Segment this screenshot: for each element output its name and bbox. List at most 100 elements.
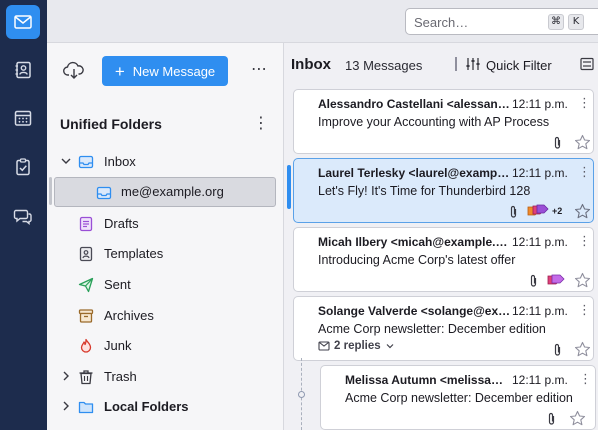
message-subject: Acme Corp newsletter: December edition (345, 391, 573, 405)
tasks-icon (16, 158, 30, 176)
folder-title: Inbox (291, 56, 331, 73)
global-search-input[interactable]: Search… ⌘ K (405, 8, 598, 35)
folder-name: Inbox (104, 154, 136, 169)
folder-name: Templates (104, 246, 164, 261)
search-placeholder: Search… (414, 15, 469, 30)
templates-icon (79, 246, 93, 262)
star-icon[interactable] (574, 341, 591, 358)
message-time: 12:11 p.m. (512, 97, 568, 111)
folder-name: Sent (104, 277, 131, 292)
inbox-icon (78, 155, 94, 169)
chevron-right-icon[interactable] (60, 400, 72, 412)
focus-indicator (287, 165, 291, 209)
drafts-icon (79, 216, 93, 232)
folder-pane: + New Message ⋯ Unified Folders ⋮ Inbox … (47, 43, 284, 430)
message-list-header: Inbox 13 Messages Quick Filter (285, 43, 598, 84)
calendar-icon (14, 110, 32, 126)
folder-junk[interactable]: Junk (47, 331, 284, 361)
list-options-icon[interactable] (579, 56, 595, 72)
tags-icon (527, 204, 549, 216)
chat-space-button[interactable] (6, 199, 40, 233)
chat-icon (13, 209, 32, 225)
unified-folders-menu-button[interactable]: ⋮ (251, 113, 271, 135)
message-menu-button[interactable]: ⋮ (578, 233, 591, 249)
folder-local-folders[interactable]: Local Folders (47, 392, 284, 422)
plus-icon: + (114, 61, 125, 81)
message-menu-button[interactable]: ⋮ (578, 302, 591, 318)
folder-archives[interactable]: Archives (47, 301, 284, 331)
attachment-icon (554, 343, 561, 356)
chevron-down-icon[interactable] (60, 155, 72, 167)
folder-trash[interactable]: Trash (47, 362, 284, 392)
toolbar-separator (455, 57, 457, 71)
folder-name: Junk (104, 338, 132, 353)
get-messages-icon[interactable] (63, 61, 85, 81)
message-card-selected[interactable]: Laurel Terlesky <laurel@examp… 12:11 p.m… (293, 158, 594, 223)
unified-folders-title: Unified Folders (60, 116, 162, 132)
message-time: 12:11 p.m. (512, 166, 568, 180)
tasks-space-button[interactable] (6, 150, 40, 184)
spaces-toolbar (0, 0, 47, 430)
quick-filter-button[interactable]: Quick Filter (486, 58, 552, 73)
message-time: 12:11 p.m. (512, 373, 568, 387)
message-time: 12:11 p.m. (512, 304, 568, 318)
message-card-thread-child[interactable]: Melissa Autumn <melissa… 12:11 p.m. ⋮ Ac… (320, 365, 596, 430)
message-card[interactable]: Micah Ilbery <micah@example.… 12:11 p.m.… (293, 227, 594, 292)
trash-icon (79, 370, 93, 385)
thread-connector-dot (298, 391, 305, 398)
folder-inbox-me-example[interactable]: me@example.org (54, 177, 276, 207)
tag-icon (547, 274, 565, 285)
message-list-pane: Inbox 13 Messages Quick Filter Alessandr… (285, 43, 598, 430)
folder-drafts[interactable]: Drafts (47, 209, 284, 239)
star-icon[interactable] (574, 134, 591, 151)
archive-icon (78, 309, 94, 323)
folder-inbox[interactable]: Inbox (47, 147, 284, 177)
more-tags-count: +2 (552, 206, 563, 216)
message-subject: Improve your Accounting with AP Process (318, 115, 550, 129)
replies-count: 2 replies (334, 340, 381, 352)
sent-icon (78, 277, 94, 293)
message-menu-button[interactable]: ⋮ (579, 371, 592, 387)
folder-name: Trash (104, 369, 137, 384)
message-card-thread[interactable]: Solange Valverde <solange@ex… 12:11 p.m.… (293, 296, 594, 361)
folder-name: Local Folders (104, 399, 189, 414)
message-subject: Let's Fly! It's Time for Thunderbird 128 (318, 184, 531, 198)
message-subject: Introducing Acme Corp's latest offer (318, 253, 516, 267)
address-book-icon (15, 61, 31, 79)
folder-name: Archives (104, 308, 154, 323)
message-sender: Alessandro Castellani <alessan… (318, 97, 510, 111)
folder-name: Drafts (104, 216, 139, 231)
filter-icon[interactable] (465, 56, 481, 72)
mail-space-button[interactable] (6, 5, 40, 39)
folder-pane-more-button[interactable]: ⋯ (247, 59, 271, 83)
message-card[interactable]: Alessandro Castellani <alessan… 12:11 p.… (293, 89, 594, 154)
folder-templates[interactable]: Templates (47, 239, 284, 269)
star-icon[interactable] (574, 272, 591, 289)
folder-icon (78, 401, 94, 414)
message-menu-button[interactable]: ⋮ (578, 95, 591, 111)
folder-name: me@example.org (121, 184, 224, 199)
thread-replies-toggle[interactable]: 2 replies (318, 340, 395, 352)
address-book-space-button[interactable] (6, 53, 40, 87)
unified-toolbar: Search… ⌘ K (47, 0, 598, 43)
folder-sent[interactable]: Sent (47, 270, 284, 300)
message-sender: Melissa Autumn <melissa… (345, 373, 503, 387)
message-count: 13 Messages (345, 58, 423, 73)
folder-pane-splitter-handle[interactable] (49, 177, 52, 205)
new-message-label: New Message (132, 63, 216, 79)
command-key-hint: ⌘ (548, 14, 564, 30)
message-menu-button[interactable]: ⋮ (578, 164, 591, 180)
star-icon[interactable] (569, 410, 586, 427)
mail-icon (14, 15, 32, 29)
inbox-icon (96, 186, 112, 200)
junk-icon (80, 338, 92, 353)
chevron-right-icon[interactable] (60, 370, 72, 382)
message-sender: Micah Ilbery <micah@example.… (318, 235, 508, 249)
folder-pane-header: + New Message ⋯ (47, 43, 284, 99)
star-icon[interactable] (574, 203, 591, 220)
attachment-icon (554, 136, 561, 149)
new-message-button[interactable]: + New Message (102, 56, 228, 86)
message-subject: Acme Corp newsletter: December edition (318, 322, 546, 336)
calendar-space-button[interactable] (6, 101, 40, 135)
replies-icon (318, 341, 330, 351)
